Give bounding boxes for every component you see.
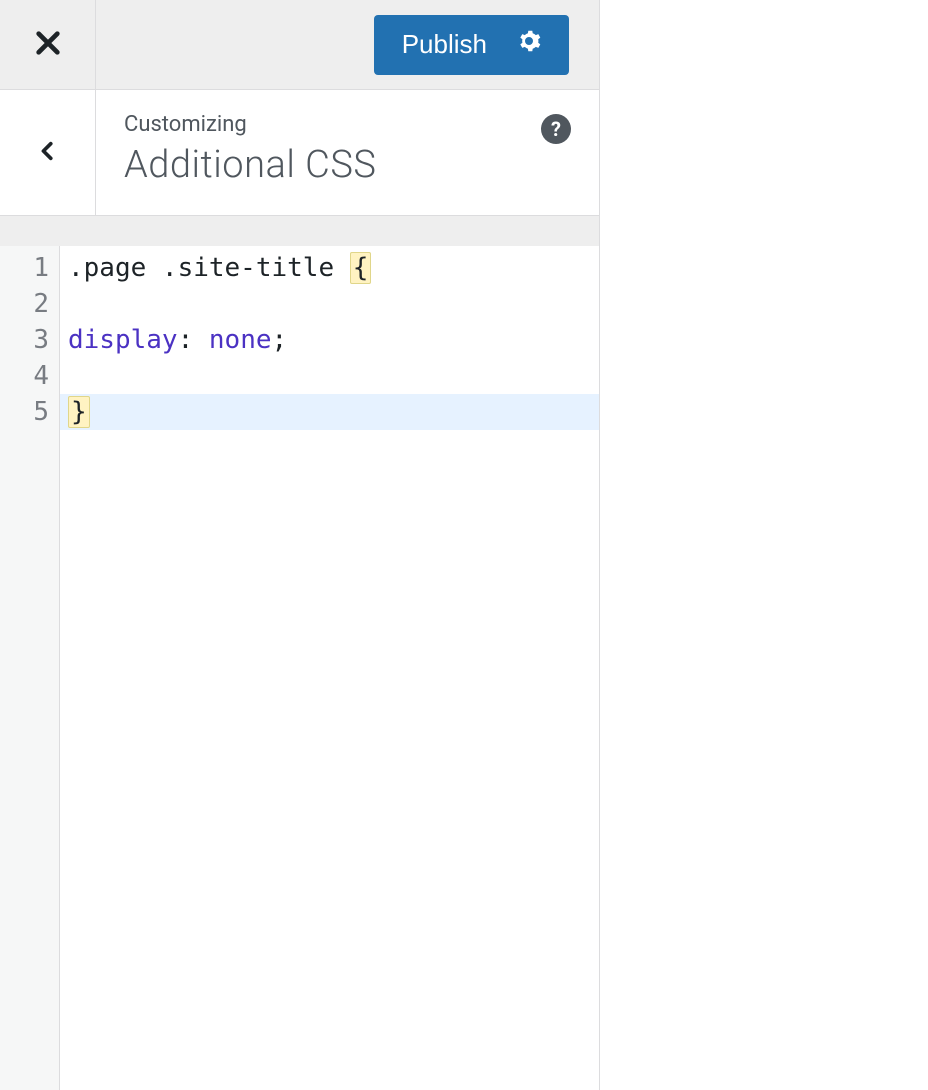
question-icon: ? xyxy=(551,117,561,141)
code-token: ; xyxy=(272,325,288,355)
code-line xyxy=(68,286,599,322)
breadcrumb: Customizing xyxy=(124,112,571,137)
topbar: Publish xyxy=(0,0,599,90)
topbar-right: Publish xyxy=(96,0,599,89)
back-button[interactable] xyxy=(0,90,96,215)
css-editor[interactable]: 12345 .page .site-title { display: none;} xyxy=(0,246,599,1090)
customizer-panel: Publish Customizing Additional CSS ? 123… xyxy=(0,0,600,1090)
line-number: 3 xyxy=(0,322,49,358)
chevron-left-icon xyxy=(37,136,59,170)
line-number: 4 xyxy=(0,358,49,394)
editor-gutter: 12345 xyxy=(0,246,60,1090)
code-line: display: none; xyxy=(68,322,599,358)
page-title: Additional CSS xyxy=(124,143,571,187)
line-number: 5 xyxy=(0,394,49,430)
code-line xyxy=(68,358,599,394)
close-icon xyxy=(34,29,62,61)
editor-code-area[interactable]: .page .site-title { display: none;} xyxy=(60,246,599,1090)
code-token: } xyxy=(68,396,90,428)
publish-button-label: Publish xyxy=(402,29,487,60)
publish-button[interactable]: Publish xyxy=(374,15,569,75)
gear-icon xyxy=(517,29,541,60)
code-line: .page .site-title { xyxy=(68,250,599,286)
help-button[interactable]: ? xyxy=(541,114,571,144)
section-titles: Customizing Additional CSS ? xyxy=(96,90,599,215)
separator-strip xyxy=(0,216,599,246)
line-number: 2 xyxy=(0,286,49,322)
code-token: .page .site-title xyxy=(68,253,350,283)
code-token: display xyxy=(68,325,178,355)
code-token: : xyxy=(178,325,209,355)
section-header: Customizing Additional CSS ? xyxy=(0,90,599,216)
code-token: none xyxy=(209,325,272,355)
line-number: 1 xyxy=(0,250,49,286)
close-button[interactable] xyxy=(0,0,96,89)
code-token: { xyxy=(350,252,372,284)
active-line-highlight xyxy=(60,394,599,430)
